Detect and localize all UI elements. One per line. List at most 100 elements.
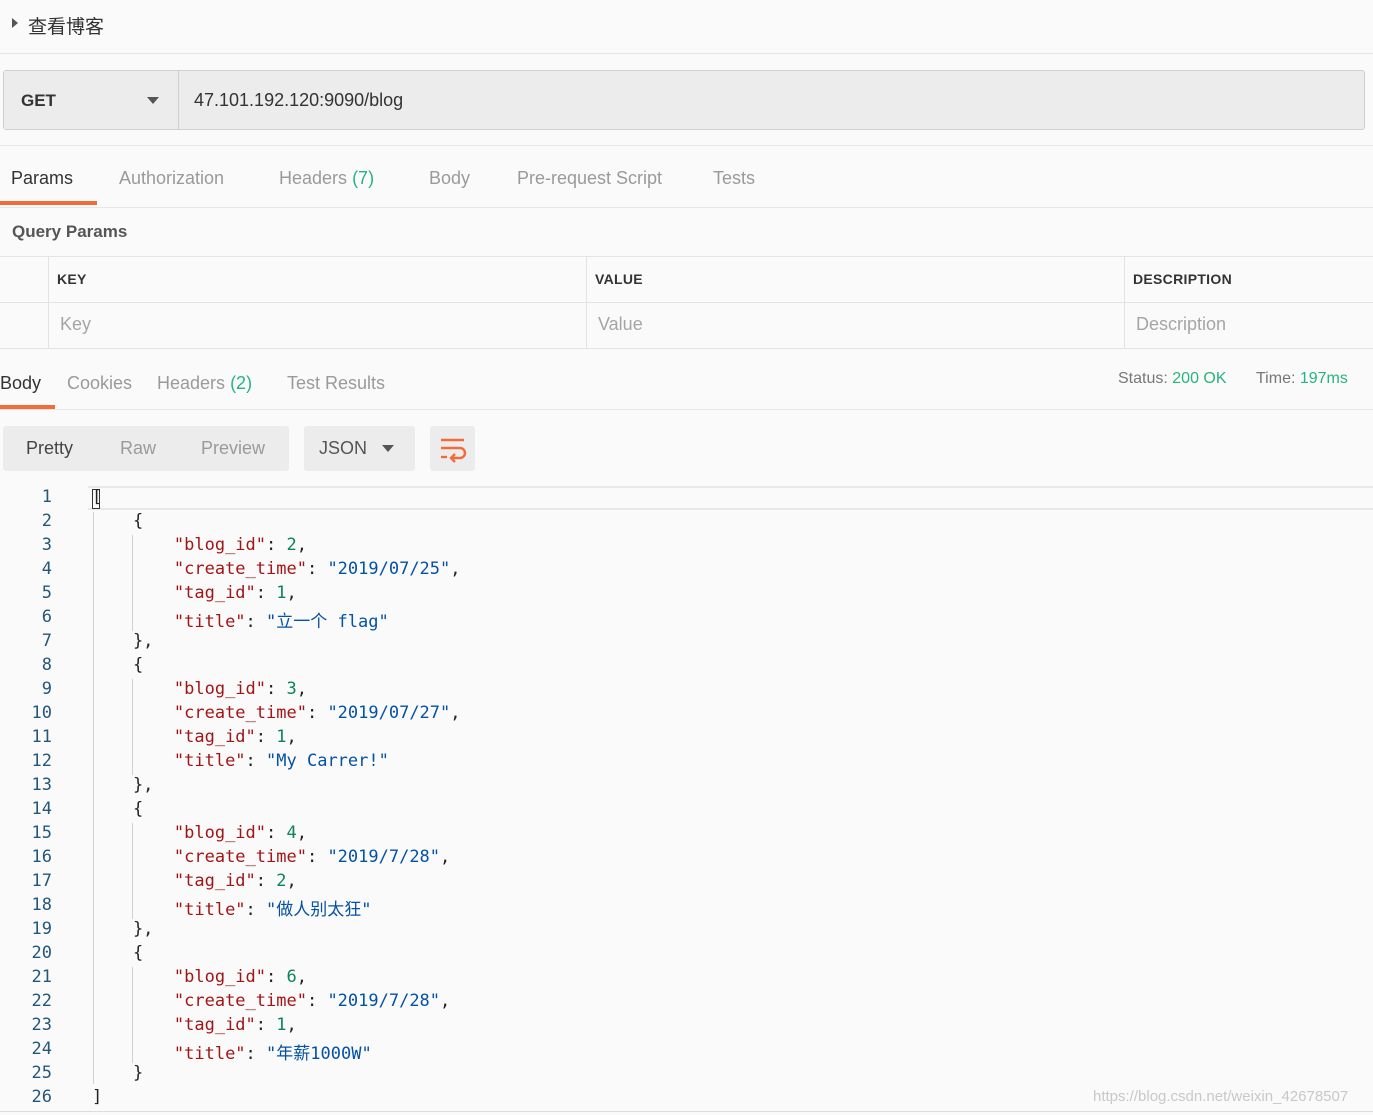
code-line: "tag_id": 1, [173,1015,297,1035]
code-line: "blog_id": 4, [173,823,307,843]
description-input[interactable]: Description [1136,314,1226,335]
divider [0,145,1373,146]
code-line: "title": "My Carrer!" [173,751,389,771]
line-number: 1 [41,487,52,507]
divider [0,1111,1373,1112]
code-line: } [92,1063,144,1083]
format-label: JSON [319,438,368,458]
line-number: 26 [31,1087,52,1107]
code-line: }, [92,775,154,795]
url-bar: GET [3,70,1365,130]
raw-button[interactable]: Raw [120,438,156,459]
tab-tests[interactable]: Tests [713,168,755,189]
tab-headers[interactable]: Headers (7) [279,168,374,189]
status-readout: Status: 200 OK [1118,370,1227,388]
tab-label: Cookies [67,373,133,393]
code-line: "blog_id": 2, [173,535,307,555]
tab-authorization[interactable]: Authorization [119,168,224,189]
line-number: 23 [31,1015,52,1035]
tab-label: Body [429,168,471,188]
value-input[interactable]: Value [598,314,643,335]
line-number: 20 [31,943,52,963]
active-tab-underline [0,201,97,205]
code-line: "create_time": "2019/07/25", [173,559,461,579]
line-number: 22 [31,991,52,1011]
code-line: "blog_id": 6, [173,967,307,987]
format-dropdown[interactable]: JSON [304,426,415,471]
params-table: KEY VALUE DESCRIPTION Key Value Descript… [0,256,1373,349]
line-number: 16 [31,847,52,867]
line-number: 12 [31,751,52,771]
code-line: [ [92,487,103,507]
tab-test-results[interactable]: Test Results [287,373,385,394]
code-line: "title": "立一个 flag" [173,612,389,632]
code-line: { [92,511,144,531]
code-line: { [92,655,144,675]
wrap-lines-icon [441,438,467,463]
line-number: 8 [41,655,52,675]
tab-pre-request-script[interactable]: Pre-request Script [517,168,662,189]
column-header-description: DESCRIPTION [1133,271,1232,287]
line-number: 19 [31,919,52,939]
code-line: "tag_id": 1, [173,727,297,747]
tab-label: Pre-request Script [517,168,663,188]
expand-caret-icon[interactable] [12,18,18,28]
tab-params[interactable]: Params [11,168,73,189]
time-readout: Time: 197ms [1256,370,1348,388]
column-header-value: VALUE [595,271,643,287]
tab-cookies[interactable]: Cookies [67,373,132,394]
indent-guide [132,535,133,631]
tab-label: Body [0,373,42,393]
line-number: 9 [41,679,52,699]
indent-guide [93,512,94,1084]
tab-label: Authorization [119,168,225,188]
column-divider [586,257,587,349]
method-dropdown[interactable]: GET [4,71,179,129]
tab-count-badge: (2) [230,373,253,393]
line-number: 2 [41,511,52,531]
watermark: https://blog.csdn.net/weixin_42678507 [1093,1088,1349,1105]
line-number: 21 [31,967,52,987]
key-input[interactable]: Key [60,314,91,335]
column-divider [48,257,49,349]
line-number: 3 [41,535,52,555]
current-line-highlight [88,486,1373,510]
line-number: 17 [31,871,52,891]
row-divider [0,302,1373,303]
query-params-title: Query Params [12,222,128,241]
line-number: 7 [41,631,52,651]
tab-label: Test Results [287,373,386,393]
time-label: Time: [1256,370,1296,387]
pretty-button[interactable]: Pretty [26,438,73,459]
tab-label: Params [11,168,74,188]
line-number: 24 [31,1039,52,1059]
line-number: 10 [31,703,52,723]
indent-guide [132,679,133,775]
divider [0,409,1373,410]
code-line: "tag_id": 2, [173,871,297,891]
request-tabs: Params Authorization Headers (7) Body Pr… [0,160,1373,208]
column-divider [1124,257,1125,349]
line-number: 15 [31,823,52,843]
line-number: 11 [31,727,52,747]
response-body-viewer[interactable]: 1 [2 {3 "blog_id": 2, 4 "create_time": "20… [0,486,1373,1112]
wrap-lines-button[interactable] [430,426,475,471]
divider [0,207,1373,208]
indent-guide [132,823,133,919]
url-input[interactable] [180,71,1364,129]
code-line: "create_time": "2019/07/27", [173,703,461,723]
line-number: 18 [31,895,52,915]
tab-body[interactable]: Body [429,168,470,189]
tab-label: Headers [279,168,348,188]
preview-button[interactable]: Preview [201,438,265,459]
tab-response-headers[interactable]: Headers (2) [157,373,252,394]
code-line: ] [92,1087,103,1107]
request-title-bar: 查看博客 [0,0,1373,54]
chevron-down-icon [147,97,159,104]
request-name[interactable]: 查看博客 [28,12,104,39]
tab-count-badge: (7) [352,168,375,188]
code-line: }, [92,631,154,651]
line-number: 14 [31,799,52,819]
tab-response-body[interactable]: Body [0,373,41,394]
code-line: { [92,799,144,819]
